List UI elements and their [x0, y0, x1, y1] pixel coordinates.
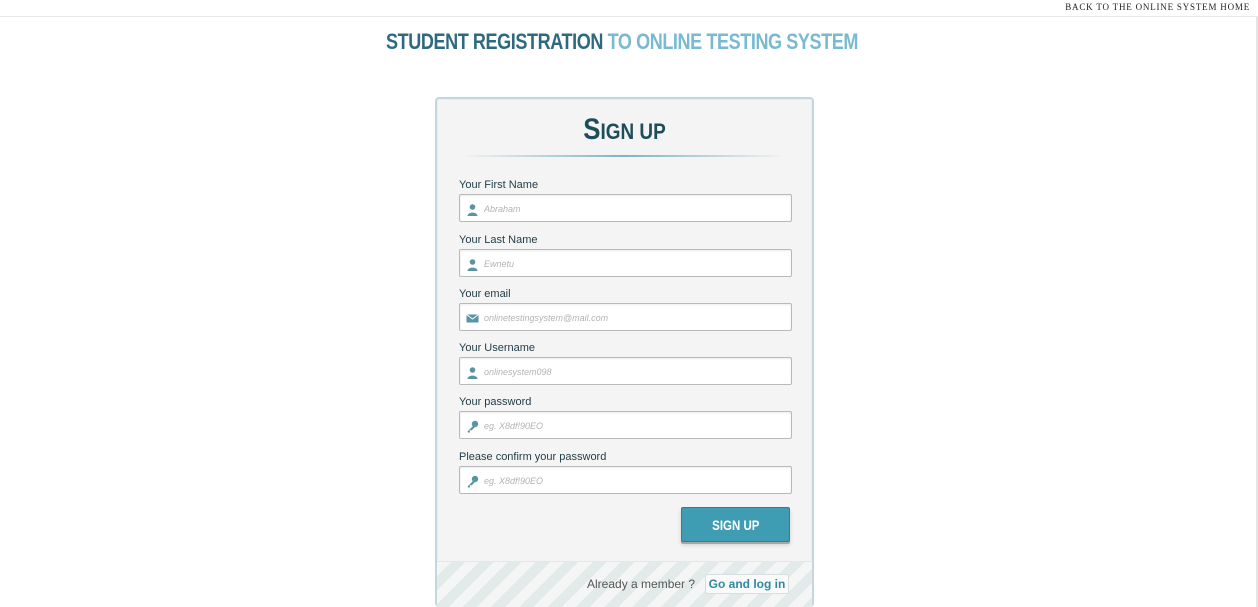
signup-title: SIGN UP: [463, 113, 786, 147]
email-field[interactable]: [459, 303, 792, 331]
card-footer: Already a member ? Go and log in: [437, 561, 812, 607]
user-icon: [467, 259, 478, 271]
last-name-group: Your Last Name: [459, 233, 793, 277]
confirm-password-input[interactable]: [484, 471, 784, 490]
user-icon: [467, 367, 478, 379]
signup-card: SIGN UP Your First Name Your Last Name Y…: [435, 97, 814, 607]
last-name-field[interactable]: [459, 249, 792, 277]
mail-icon: [466, 314, 479, 323]
sign-up-button-label: SIGN UP: [711, 516, 760, 533]
last-name-label: Your Last Name: [459, 234, 538, 246]
page-title: STUDENT REGISTRATION TO ONLINE TESTING S…: [112, 29, 1132, 55]
sign-up-button[interactable]: SIGN UP: [681, 507, 790, 542]
password-group: Your password: [459, 395, 793, 439]
signup-title-initial: S: [583, 113, 601, 146]
user-icon: [467, 204, 478, 216]
username-group: Your Username: [459, 341, 793, 385]
first-name-field[interactable]: [459, 194, 792, 222]
password-field[interactable]: [459, 411, 792, 439]
email-label: Your email: [459, 288, 511, 300]
email-input[interactable]: [484, 308, 784, 327]
key-icon: [467, 420, 479, 433]
last-name-input[interactable]: [484, 254, 784, 273]
confirm-password-group: Please confirm your password: [459, 450, 793, 494]
confirm-password-label: Please confirm your password: [459, 451, 607, 463]
top-bar: BACK TO THE ONLINE SYSTEM HOME: [0, 0, 1258, 17]
first-name-group: Your First Name: [459, 178, 793, 222]
username-field[interactable]: [459, 357, 792, 385]
email-group: Your email: [459, 287, 793, 331]
login-link[interactable]: Go and log in: [705, 574, 789, 594]
first-name-input[interactable]: [484, 199, 784, 218]
password-label: Your password: [459, 396, 532, 408]
confirm-password-field[interactable]: [459, 466, 792, 494]
already-member-text: Already a member ?: [587, 577, 696, 591]
password-input[interactable]: [484, 416, 784, 435]
username-label: Your Username: [459, 342, 536, 354]
page-title-secondary: TO ONLINE TESTING SYSTEM: [607, 29, 859, 54]
key-icon: [467, 475, 479, 488]
first-name-label: Your First Name: [459, 179, 539, 191]
page-title-primary: STUDENT REGISTRATION: [385, 29, 603, 54]
title-divider: [461, 155, 787, 157]
back-to-home-link[interactable]: BACK TO THE ONLINE SYSTEM HOME: [1065, 2, 1250, 12]
username-input[interactable]: [484, 362, 784, 381]
signup-title-rest: IGN UP: [600, 119, 666, 144]
